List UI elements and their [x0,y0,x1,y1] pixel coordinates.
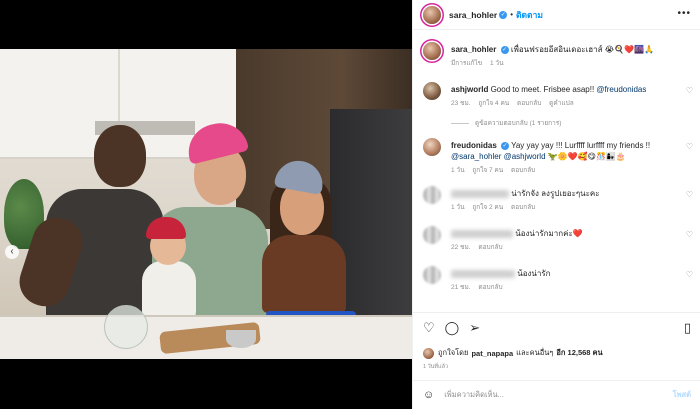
photo-person-3-top [262,235,346,313]
comment-like-heart-icon[interactable]: ♡ [686,190,693,199]
comment-row: น้องน่ารักมากค่ะ❤️ 22 ชม. ตอบกลับ ♡ [423,226,693,260]
blurred-username [451,269,515,278]
comment-likes[interactable]: ถูกใจ 7 คน [472,167,503,174]
comment-text: Good to meet. Frisbee asap!! [490,85,597,94]
post-age: 1 วันที่แล้ว [423,364,449,370]
post-header: sara_hohler ✓ • ติดตาม ••• [413,0,700,30]
comment-meta: 23 ชม. ถูกใจ 4 คน ตอบกลับ ดูคำแปล [451,98,580,108]
photo-jar [104,305,148,349]
heart-icon[interactable]: ♡ [423,321,435,335]
share-icon[interactable]: ➢ [469,321,480,335]
view-replies-button[interactable]: ดูข้อความตอบกลับ (1 รายการ) [451,118,561,128]
post-actions: ♡ ◯ ➢ ▯ ถูกใจโดย pat_napapa และคนอื่นๆ อ… [413,312,700,388]
comment-avatar-blurred[interactable] [423,226,441,244]
caption-username[interactable]: sara_hohler [451,45,496,54]
comment-avatar[interactable] [423,82,441,100]
post-side-panel: sara_hohler ✓ • ติดตาม ••• sara_hohler ✓… [412,0,700,409]
blurred-username [451,229,513,238]
comment-time: 22 ชม. [451,244,471,251]
add-comment-bar: ☺ เพิ่มความคิดเห็น... โพสต์ [413,380,700,409]
caption-edited: มีการแก้ไข [451,60,483,67]
photo-bowl [226,330,256,348]
comment-like-heart-icon[interactable]: ♡ [686,142,693,151]
caption-meta: มีการแก้ไข 1 วัน [451,58,510,68]
comment-like-heart-icon[interactable]: ♡ [686,270,693,279]
caption-text: เพื่อนฟรอยอีสอินเดอะเฮาส์ 😭🍳❤️🌆🙏 [510,45,654,54]
blurred-username [451,189,509,198]
comment-text-block: น้องน่ารักมากค่ะ❤️ [451,228,677,239]
author-info: sara_hohler ✓ • ติดตาม [449,8,543,22]
post-comment-button[interactable]: โพสต์ [673,389,691,401]
liker-avatar [423,347,434,359]
comments-list[interactable]: sara_hohler ✓ เพื่อนฟรอยอีสอินเดอะเฮาส์ … [413,30,700,312]
comment-mention[interactable]: @ashjworld [504,152,546,161]
caption-text-block: sara_hohler ✓ เพื่อนฟรอยอีสอินเดอะเฮาส์ … [451,44,677,55]
comment-reply-button[interactable]: ตอบกลับ [478,284,502,291]
comment-avatar-blurred[interactable] [423,266,441,284]
smiley-icon[interactable]: ☺ [423,389,434,401]
caption-row: sara_hohler ✓ เพื่อนฟรอยอีสอินเดอะเฮาส์ … [423,42,693,72]
comment-time: 21 ชม. [451,284,471,291]
likes-count[interactable]: อีก 12,568 คน [556,347,602,359]
instagram-post-modal: ‹ sara_hohler ✓ • ติดตาม ••• sara_hohler… [0,0,700,409]
comment-username[interactable]: freudonidas [451,141,497,150]
comment-text: น่ารักจัง ลงรูปเยอะๆนะคะ [511,189,600,198]
comment-like-heart-icon[interactable]: ♡ [686,230,693,239]
comment-likes[interactable]: ถูกใจ 4 คน [478,100,509,107]
caption-time: 1 วัน [490,60,504,67]
author-username[interactable]: sara_hohler [449,10,497,20]
comment-time: 1 วัน [451,204,465,211]
comment-username[interactable]: ashjworld [451,85,488,94]
add-comment-input[interactable]: เพิ่มความคิดเห็น... [444,389,672,401]
action-icons: ♡ ◯ ➢ [423,321,480,335]
comment-meta: 21 ชม. ตอบกลับ [451,282,509,292]
more-options-icon[interactable]: ••• [677,8,691,19]
caption-avatar[interactable] [423,42,441,60]
comment-likes[interactable]: ถูกใจ 2 คน [472,204,503,211]
verified-badge-icon: ✓ [499,10,508,19]
comment-translate-button[interactable]: ดูคำแปล [549,100,574,107]
header-separator: • [510,10,514,19]
comment-row: น้องน่ารัก 21 ชม. ตอบกลับ ♡ [423,266,693,300]
comment-reply-button[interactable]: ตอบกลับ [511,204,535,211]
photo-person-1-head [94,125,146,187]
comment-row: ashjworld Good to meet. Frisbee asap!! @… [423,82,693,142]
likes-middle: และคนอื่นๆ [516,348,554,357]
author-avatar[interactable] [423,5,441,24]
comment-avatar[interactable] [423,138,441,156]
comment-reply-button[interactable]: ตอบกลับ [511,167,535,174]
comment-like-heart-icon[interactable]: ♡ [686,86,693,95]
comment-time: 23 ชม. [451,100,471,107]
comment-text-block: น้องน่ารัก [451,268,677,279]
comment-text-block: น่ารักจัง ลงรูปเยอะๆนะคะ [451,188,677,199]
comment-text: Yay yay yay !!! Lurffff lurffff my frien… [509,141,651,150]
comment-row: freudonidas ✓ Yay yay yay !!! Lurffff lu… [423,138,693,184]
comment-avatar-blurred[interactable] [423,186,441,204]
likes-user[interactable]: pat_napapa [471,349,513,358]
comment-meta: 1 วัน ถูกใจ 7 คน ตอบกลับ [451,165,541,175]
comment-emojis: 🦖🌼❤️🥰😋🎊👩‍👧🎂 [547,152,626,161]
comment-meta: 22 ชม. ตอบกลับ [451,242,509,252]
comment-meta: 1 วัน ถูกใจ 2 คน ตอบกลับ [451,202,541,212]
likes-prefix: ถูกใจโดย [438,348,469,357]
comment-mention[interactable]: @sara_hohler [451,152,501,161]
post-photo[interactable]: ‹ [0,49,412,359]
comment-reply-button[interactable]: ตอบกลับ [478,244,502,251]
comment-text-block: freudonidas ✓ Yay yay yay !!! Lurffff lu… [451,140,677,162]
comment-icon[interactable]: ◯ [445,321,460,335]
verified-badge-icon: ✓ [501,141,510,150]
comment-text: น้องน่ารัก [517,269,551,278]
verified-badge-icon: ✓ [500,45,509,54]
follow-button[interactable]: ติดตาม [516,8,543,22]
comment-mention[interactable]: @freudonidas [596,85,646,94]
bookmark-icon[interactable]: ▯ [684,321,691,335]
comment-row: น่ารักจัง ลงรูปเยอะๆนะคะ 1 วัน ถูกใจ 2 ค… [423,186,693,220]
comment-time: 1 วัน [451,167,465,174]
comment-text: น้องน่ารักมากค่ะ❤️ [515,229,583,238]
carousel-prev-icon[interactable]: ‹ [5,245,19,259]
comment-reply-button[interactable]: ตอบกลับ [517,100,541,107]
likes-summary[interactable]: ถูกใจโดย pat_napapa และคนอื่นๆ อีก 12,56… [423,347,606,359]
comment-text-block: ashjworld Good to meet. Frisbee asap!! @… [451,84,677,95]
